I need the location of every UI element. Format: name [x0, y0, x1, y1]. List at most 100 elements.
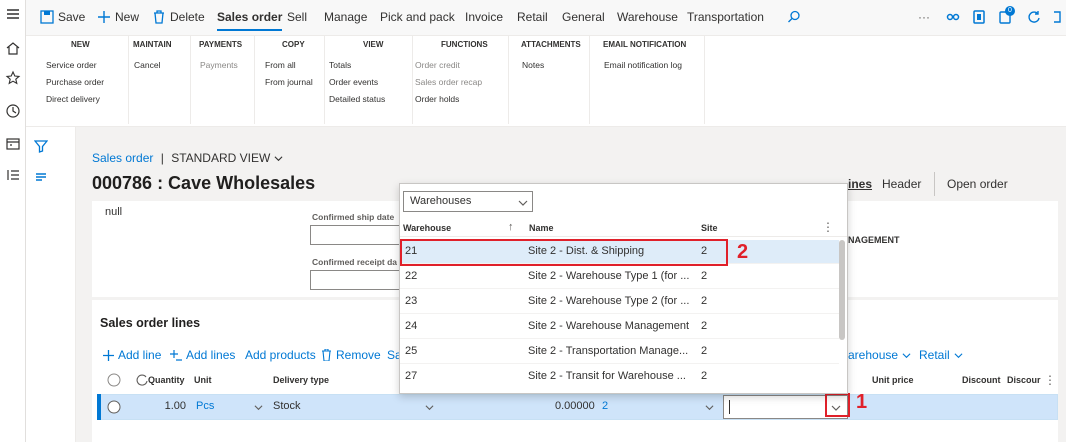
order-credit-button[interactable]: Order credit — [415, 60, 460, 70]
open-order-button[interactable]: Open order — [947, 177, 1008, 191]
hamburger-menu-icon[interactable] — [5, 6, 21, 22]
column-more-icon[interactable]: ⋮ — [1044, 373, 1056, 387]
warehouse-management-section-label: NAGEMENT — [848, 235, 900, 245]
service-order-button[interactable]: Service order — [46, 60, 97, 70]
lookup-column-warehouse[interactable]: Warehouse — [403, 223, 451, 233]
tab-warehouse[interactable]: Warehouse — [617, 10, 678, 24]
add-lines-label: Add lines — [186, 348, 236, 362]
lookup-scrollbar[interactable] — [839, 240, 845, 340]
chevron-down-icon — [518, 200, 528, 206]
totals-button[interactable]: Totals — [329, 60, 351, 70]
column-header-discount[interactable]: Discount — [962, 375, 1001, 385]
ribbon-group-title: NEW — [71, 40, 90, 49]
list-menu-icon[interactable] — [34, 170, 48, 184]
lookup-cell-warehouse: 24 — [405, 320, 418, 332]
row-select-radio[interactable] — [107, 400, 121, 414]
view-selector[interactable]: STANDARD VIEW — [171, 151, 270, 165]
tab-invoice[interactable]: Invoice — [465, 10, 503, 24]
lookup-more-icon[interactable]: ⋮ — [822, 220, 834, 234]
lookup-cell-site: 2 — [701, 320, 708, 332]
column-header-unit-price[interactable]: Unit price — [872, 375, 914, 385]
sales-order-lines-title: Sales order lines — [100, 316, 201, 330]
tab-manage[interactable]: Manage — [324, 10, 367, 24]
chevron-down-icon[interactable] — [425, 403, 434, 412]
filter-icon[interactable] — [34, 139, 48, 153]
tab-general[interactable]: General — [562, 10, 605, 24]
breadcrumb-separator: | — [160, 151, 164, 165]
chevron-down-icon[interactable] — [705, 403, 714, 412]
lookup-row[interactable]: 24 Site 2 - Warehouse Management 2 — [400, 315, 839, 339]
remove-button[interactable]: Remove — [321, 348, 381, 362]
purchase-order-button[interactable]: Purchase order — [46, 77, 104, 87]
column-header-delivery-type[interactable]: Delivery type — [273, 375, 329, 385]
order-holds-button[interactable]: Order holds — [415, 94, 459, 104]
add-line-button[interactable]: Add line — [103, 348, 161, 362]
save-button[interactable]: Save — [40, 10, 85, 24]
tab-lines[interactable]: ines — [848, 177, 872, 191]
lookup-row[interactable]: 27 Site 2 - Transit for Warehouse ... 2 — [400, 365, 839, 389]
column-header-discount-percent[interactable]: Discour — [1007, 375, 1041, 385]
confirmed-ship-date-field[interactable] — [310, 225, 402, 245]
retail-menu[interactable]: Retail — [919, 348, 963, 362]
order-events-button[interactable]: Order events — [329, 77, 378, 87]
tab-header[interactable]: Header — [882, 177, 921, 191]
refresh-icon[interactable] — [135, 373, 149, 387]
office-icon[interactable] — [972, 10, 986, 24]
add-products-button[interactable]: Add products — [245, 348, 316, 362]
tab-retail[interactable]: Retail — [517, 10, 548, 24]
warehouse-menu[interactable]: arehouse — [848, 348, 911, 362]
tab-divider — [934, 172, 935, 196]
lookup-row[interactable]: 23 Site 2 - Warehouse Type 2 (for ... 2 — [400, 290, 839, 314]
cancel-button[interactable]: Cancel — [134, 60, 160, 70]
tab-pick-and-pack[interactable]: Pick and pack — [380, 10, 455, 24]
copy-from-journal-button[interactable]: From journal — [265, 77, 313, 87]
home-icon[interactable] — [5, 40, 21, 56]
chevron-down-icon[interactable] — [274, 154, 283, 163]
recent-clock-icon[interactable] — [5, 103, 21, 119]
site-cell[interactable]: 2 — [602, 400, 608, 412]
unit-cell[interactable]: Pcs — [196, 400, 214, 412]
quantity-cell[interactable]: 1.00 — [156, 400, 186, 412]
add-lines-button[interactable]: Add lines — [170, 348, 235, 362]
amount-cell[interactable]: 0.00000 — [555, 400, 595, 412]
tab-transportation[interactable]: Transportation — [687, 10, 764, 24]
modules-list-icon[interactable] — [5, 167, 21, 183]
confirmed-receipt-date-field[interactable] — [310, 270, 402, 290]
star-icon[interactable] — [5, 70, 21, 86]
payments-button[interactable]: Payments — [200, 60, 238, 70]
notification-badge: 0 — [1005, 6, 1015, 16]
detailed-status-button[interactable]: Detailed status — [329, 94, 385, 104]
chevron-down-icon[interactable] — [254, 403, 263, 412]
delete-button[interactable]: Delete — [152, 10, 205, 24]
breadcrumb-page-link[interactable]: Sales order — [92, 151, 153, 165]
search-icon[interactable] — [787, 10, 801, 24]
lookup-view-label: Warehouses — [410, 195, 472, 207]
column-header-unit[interactable]: Unit — [194, 375, 212, 385]
lookup-view-selector[interactable]: Warehouses — [403, 191, 533, 212]
lookup-row[interactable]: 25 Site 2 - Transportation Manage... 2 — [400, 340, 839, 364]
lookup-column-name[interactable]: Name — [529, 223, 554, 233]
connector-icon[interactable] — [946, 10, 960, 24]
overflow-icon[interactable] — [1052, 10, 1062, 24]
copy-from-all-button[interactable]: From all — [265, 60, 296, 70]
select-all-radio[interactable] — [107, 373, 121, 387]
notifications-button[interactable]: 0 — [998, 6, 1015, 24]
annotation-number-1: 1 — [856, 391, 868, 413]
tab-sell[interactable]: Sell — [287, 10, 307, 24]
save-icon — [40, 10, 54, 24]
new-label: New — [115, 10, 140, 24]
more-options-button[interactable]: ··· — [918, 10, 930, 24]
column-header-quantity[interactable]: Quantity — [148, 375, 185, 385]
delivery-type-cell[interactable]: Stock — [273, 400, 301, 412]
refresh-icon[interactable] — [1027, 10, 1041, 24]
new-button[interactable]: New — [97, 10, 139, 24]
lookup-row[interactable]: 22 Site 2 - Warehouse Type 1 (for ... 2 — [400, 265, 839, 289]
notes-button[interactable]: Notes — [522, 60, 544, 70]
lookup-column-site[interactable]: Site — [701, 223, 718, 233]
workspaces-icon[interactable] — [5, 136, 21, 152]
sales-order-recap-button[interactable]: Sales order recap — [415, 77, 482, 87]
direct-delivery-button[interactable]: Direct delivery — [46, 94, 100, 104]
email-notification-log-button[interactable]: Email notification log — [604, 60, 682, 70]
plus-icon — [98, 11, 110, 23]
tab-sales-order[interactable]: Sales order — [217, 10, 283, 31]
